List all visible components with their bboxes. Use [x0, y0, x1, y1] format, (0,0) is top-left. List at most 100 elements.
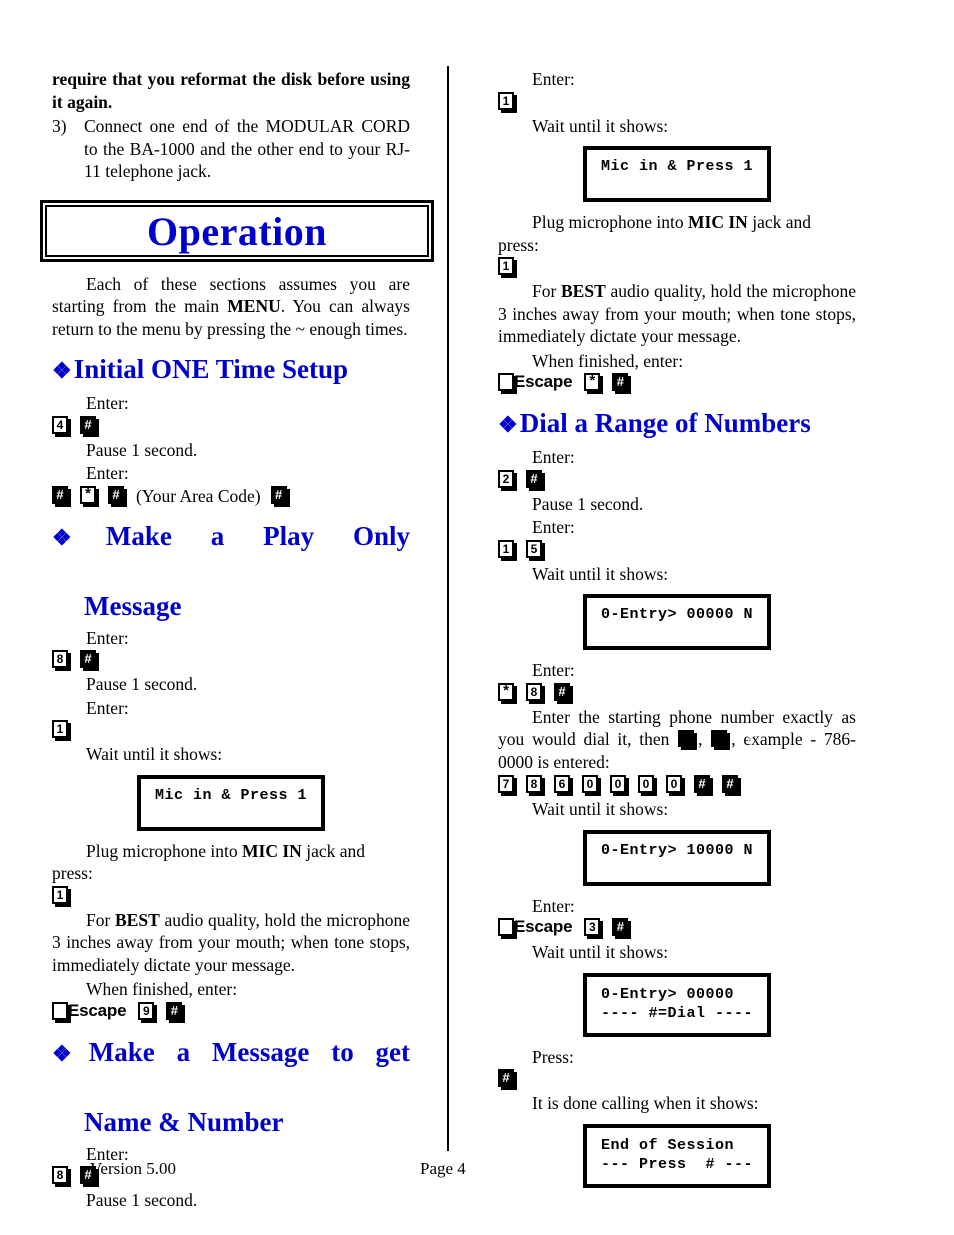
key-sequence-row: 4 # [52, 415, 410, 437]
key-cap-label: 1 [498, 91, 514, 110]
digit-9-key-icon: 9 [138, 1001, 158, 1023]
step-number: 3) [52, 116, 67, 136]
section-heading: ❖Initial ONE Time Setup [52, 352, 410, 388]
key-cap-label: # [80, 1166, 96, 1184]
escape-key-icon: Escape [52, 1000, 127, 1023]
section-heading: ❖Make a Message to get Name & Number [52, 1035, 410, 1139]
lcd-display: 0-Entry> 00000 ---- #=Dial ---- [582, 972, 772, 1037]
lcd-display: End of Session --- Press # --- [582, 1123, 772, 1188]
hash-key-icon: # [80, 650, 99, 671]
best-part1: For [532, 281, 561, 301]
key-sequence-note: (Your Area Code) [136, 485, 261, 506]
step-instruction: Enter: [86, 463, 129, 483]
digit-1-key-icon: 1 [52, 720, 71, 741]
escape-key-box [498, 918, 514, 936]
footer-version: Version 5.00 [90, 1159, 176, 1178]
key-cap-label: 1 [52, 885, 68, 904]
lcd-display-line: End of Session [600, 1136, 735, 1154]
operation-banner-title: Operation [146, 208, 328, 254]
intro-paragraph: Each of these sections assumes you are s… [52, 273, 410, 341]
lcd-display: 0-Entry> 00000 N [582, 594, 772, 650]
key-cap-label: 0 [638, 775, 654, 793]
escape-key-box [52, 1001, 68, 1020]
step-instruction: When finished, enter: [532, 350, 684, 371]
diamond-bullet-icon: ❖ [52, 358, 72, 383]
escape-key-label: Escape [68, 1000, 127, 1020]
digit-6-key-icon: 6 [554, 775, 573, 796]
plug-microphone-instruction: Plug microphone into MIC IN jack and pre… [52, 840, 410, 885]
key-sequence-row: 7 8 6 0 0 0 0 # # [498, 775, 856, 796]
key-cap-label: 8 [526, 682, 542, 701]
hash-key-icon: # [694, 775, 713, 796]
key-cap-label: # [612, 918, 629, 936]
key-cap-label: # [722, 775, 738, 793]
hash-key-icon: # [498, 1069, 517, 1090]
step-instruction: Enter: [532, 447, 575, 467]
key-cap-label: # [498, 1069, 514, 1087]
digit-8-key-icon: 8 [52, 650, 71, 671]
key-cap-label: 2 [498, 469, 514, 488]
escape-key-sequence-row: Escape 9 # [52, 1000, 410, 1023]
key-cap-label: # [711, 730, 754, 747]
step-instruction: Enter: [86, 393, 129, 413]
lcd-display-line: Mic in & Press 1 [600, 158, 754, 175]
lcd-display-wrapper: 0-Entry> 10000 N [498, 829, 856, 886]
key-sequence-row: 8 # [52, 650, 410, 671]
lcd-display-line: 0-Entry> 00000 [600, 985, 735, 1003]
key-cap-label: * [584, 373, 601, 391]
best-bold: BEST [561, 281, 606, 301]
key-cap-label: 0 [610, 775, 626, 793]
column-divider [447, 66, 449, 1151]
key-cap-label: 3 [584, 918, 601, 936]
step-instruction: Enter: [532, 69, 575, 89]
plug-part1: Plug microphone into [532, 212, 689, 232]
digit-8-key-icon: 8 [526, 682, 545, 704]
key-cap-label: 4 [52, 415, 68, 434]
lcd-display-line: ---- #=Dial ---- [600, 1004, 754, 1022]
operation-banner-inner: Operation [45, 205, 429, 257]
operation-banner: Operation [40, 200, 434, 262]
key-cap-label: # [52, 485, 68, 504]
escape-key-box [498, 373, 514, 391]
diamond-bullet-icon: ❖ [52, 1040, 87, 1066]
step-instruction: Enter: [86, 627, 129, 648]
step-instruction: Pause 1 second. [86, 439, 198, 460]
right-sections-container: Enter: 1 Wait until it shows: Mic in & Pres… [498, 68, 856, 1188]
section-heading-text: Make a Play Only [105, 520, 410, 551]
section-heading-text-line2: Name & Number [84, 1106, 284, 1137]
best-part1: For [86, 909, 115, 930]
mic-in-bold: MIC IN [242, 840, 302, 861]
digit-0-key-icon: 0 [638, 775, 657, 796]
key-cap-label: 7 [498, 775, 514, 793]
star-key-icon: * [584, 373, 604, 394]
digit-5-key-icon: 5 [526, 539, 545, 561]
key-cap-label: 5 [526, 539, 542, 558]
step-instruction: Enter: [532, 517, 575, 537]
best-bold: BEST [115, 909, 160, 930]
digit-2-key-icon: 2 [498, 469, 517, 491]
step-instruction: Enter: [532, 895, 575, 916]
key-cap-label: 8 [52, 650, 68, 668]
key-cap-label: 9 [138, 1001, 155, 1020]
key-cap-label: # [80, 650, 96, 668]
starting-phone-number-paragraph: Enter the starting phone number exactly … [498, 706, 856, 774]
step-instruction: Pause 1 second. [86, 1190, 198, 1210]
key-cap-label: 8 [526, 775, 542, 793]
digit-8-key-icon: 8 [526, 775, 545, 796]
key-cap-label: * [80, 485, 96, 504]
key-cap-label: 6 [554, 775, 570, 793]
key-sequence-row: 2 # [498, 469, 856, 491]
document-page: require that you reformat the disk befor… [0, 0, 954, 1235]
digit-1-key-icon: 1 [498, 539, 517, 561]
digit-1-key-icon: 1 [52, 885, 71, 907]
section-heading-text: Make a Message to get [88, 1036, 410, 1067]
hash-key-icon: # [270, 485, 290, 507]
key-cap-label: 1 [52, 720, 68, 738]
lcd-display-line: 0-Entry> 00000 N [600, 606, 754, 623]
carryover-bold-text: require that you reformat the disk befor… [52, 69, 410, 112]
key-sequence-row: * 8 # [498, 682, 856, 704]
key-sequence-row: # [498, 1069, 856, 1090]
hash-key-icon: # [80, 1166, 99, 1187]
hash-key-icon: # [166, 1001, 186, 1023]
escape-key-label: Escape [514, 372, 573, 391]
